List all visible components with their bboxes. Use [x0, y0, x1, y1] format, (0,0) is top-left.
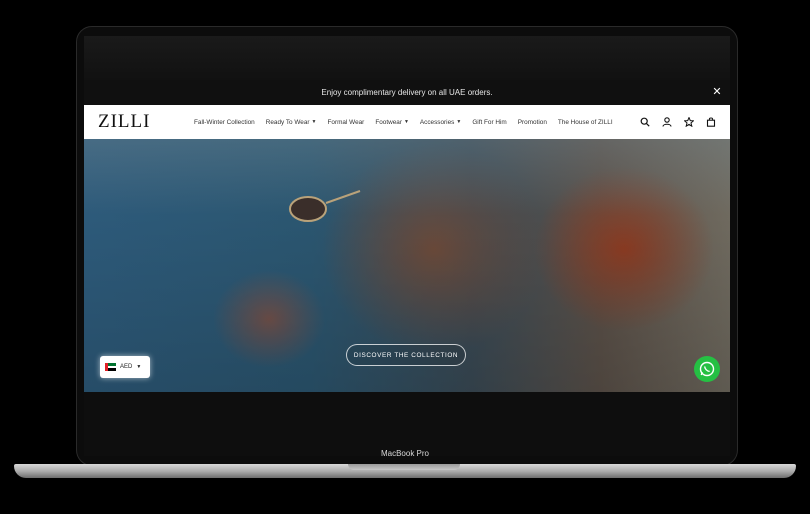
device-label: MacBook Pro — [380, 449, 430, 458]
account-icon[interactable] — [662, 117, 672, 127]
chevron-down-icon: ▼ — [136, 364, 142, 370]
chevron-down-icon: ▼ — [403, 119, 409, 125]
screen-top-area — [84, 36, 730, 80]
browser-screen: Enjoy complimentary delivery on all UAE … — [84, 36, 730, 456]
search-icon[interactable] — [640, 117, 650, 127]
uae-flag-icon — [105, 363, 116, 372]
nav-item-house-of-zilli[interactable]: The House of ZILLI — [558, 119, 613, 126]
laptop-notch — [348, 464, 460, 470]
wishlist-star-icon[interactable] — [684, 117, 694, 127]
whatsapp-chat-button[interactable] — [694, 356, 720, 382]
chevron-down-icon: ▼ — [456, 119, 462, 125]
main-nav: ZILLI Fall-Winter Collection Ready To We… — [84, 105, 730, 139]
close-icon[interactable]: ✕ — [711, 86, 723, 98]
whatsapp-icon — [699, 361, 715, 377]
currency-selector[interactable]: AED ▼ — [100, 356, 150, 378]
sunglasses-image — [289, 190, 361, 222]
nav-menu: Fall-Winter Collection Ready To Wear ▼ Fo… — [194, 119, 613, 126]
hero-banner: DISCOVER THE COLLECTION AED ▼ — [84, 139, 730, 392]
nav-item-gift-for-him[interactable]: Gift For Him — [472, 119, 506, 126]
nav-item-footwear[interactable]: Footwear ▼ — [375, 119, 409, 126]
nav-item-promotion[interactable]: Promotion — [518, 119, 547, 126]
chevron-down-icon: ▼ — [311, 119, 317, 125]
site-logo[interactable]: ZILLI — [98, 111, 194, 133]
promo-bar: Enjoy complimentary delivery on all UAE … — [84, 80, 730, 105]
nav-item-accessories[interactable]: Accessories ▼ — [420, 119, 461, 126]
discover-collection-button[interactable]: DISCOVER THE COLLECTION — [346, 344, 466, 366]
nav-item-formal-wear[interactable]: Formal Wear — [328, 119, 365, 126]
cart-bag-icon[interactable] — [706, 117, 716, 127]
screen-bottom-area — [84, 392, 730, 456]
nav-icons — [640, 117, 716, 127]
currency-code: AED — [120, 364, 133, 370]
nav-item-ready-to-wear[interactable]: Ready To Wear ▼ — [266, 119, 317, 126]
promo-text: Enjoy complimentary delivery on all UAE … — [321, 88, 493, 97]
nav-item-fall-winter[interactable]: Fall-Winter Collection — [194, 119, 255, 126]
